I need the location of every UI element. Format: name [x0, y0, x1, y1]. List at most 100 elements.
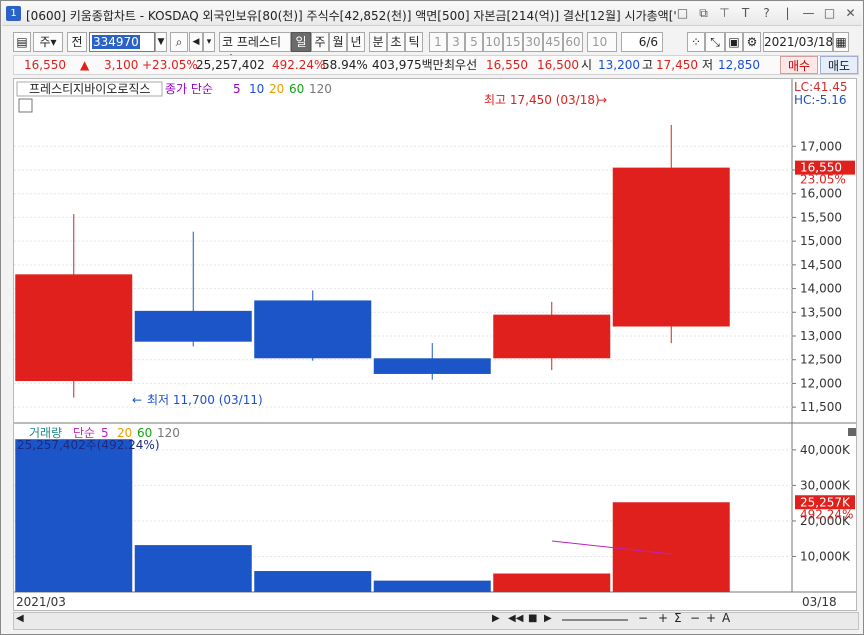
price-axis-label: 13,000 [800, 329, 842, 343]
pin-icon[interactable]: ⊤ [717, 6, 732, 21]
count-select[interactable]: 10 ▾ [587, 32, 617, 67]
zoom-slider[interactable] [562, 619, 628, 621]
font-icon[interactable]: T [738, 6, 753, 21]
maximize-icon[interactable]: □ [822, 6, 837, 21]
ma-legend-item: 20 [269, 82, 284, 96]
low-label: 저 [702, 58, 714, 72]
period-month[interactable]: 월 [329, 32, 347, 52]
lc-label: LC:41.45 [794, 80, 847, 94]
open-label: 시 [581, 58, 593, 72]
interval-15[interactable]: 15 [503, 32, 523, 52]
volume-bar [134, 545, 252, 592]
high-price: 17,450 [656, 58, 698, 72]
grid-icon[interactable]: ⁘ [687, 32, 705, 52]
market-label: 주 [39, 35, 51, 49]
rewind-icon[interactable]: ◀◀ [508, 613, 523, 624]
open-price: 13,200 [598, 58, 640, 72]
date-input[interactable]: 2021/03/18 [763, 32, 833, 52]
price-axis-label: 15,000 [800, 234, 842, 248]
calendar-icon[interactable]: ▦ [833, 32, 849, 52]
ask-price: 16,550 [486, 58, 528, 72]
play-icon[interactable]: ▶ [544, 613, 552, 624]
chart-area[interactable]: 17,00016,50016,00015,50015,00014,50014,0… [13, 78, 857, 611]
volume-axis-label: 10,000K [800, 549, 851, 563]
period-tick[interactable]: 틱 [405, 32, 423, 52]
best-label: 최우선 [444, 58, 478, 72]
period-second[interactable]: 초 [387, 32, 405, 52]
ma-legend-label: 종가 단순 [165, 82, 213, 96]
code-input[interactable]: 334970 [89, 32, 155, 52]
link-icon[interactable]: □ [675, 6, 690, 21]
current-price: 16,550 [24, 58, 66, 72]
minus-icon[interactable]: − [690, 611, 700, 625]
trade-amount: 403,975백만 [372, 58, 444, 72]
title-bar: 1 [0600] 키움종합차트 - KOSDAQ 외국인보유[80(천)] 주식… [2, 2, 862, 26]
help-icon[interactable]: ? [759, 6, 774, 21]
search-icon[interactable]: ⌕ [170, 32, 188, 52]
line-tool-icon[interactable]: ⤡ [705, 32, 725, 52]
interval-10[interactable]: 10 [483, 32, 503, 52]
stop-icon[interactable]: ■ [528, 613, 537, 624]
interval-1[interactable]: 1 [429, 32, 447, 52]
font-size-icon[interactable]: A [722, 611, 730, 625]
close-icon[interactable]: ✕ [843, 6, 858, 21]
code-dropdown-icon[interactable]: ▼ [155, 32, 167, 52]
page-indicator: 6/6 [621, 32, 663, 52]
market-select[interactable]: 주▾ [33, 32, 63, 52]
interval-45[interactable]: 45 [543, 32, 563, 52]
scroll-right-icon[interactable]: ▶ [492, 613, 500, 624]
price-axis-label: 13,500 [800, 305, 842, 319]
speaker-dropdown-icon[interactable]: ▾ [203, 32, 215, 52]
price-axis-label: 15,500 [800, 210, 842, 224]
ma-legend-item: 10 [249, 82, 264, 96]
volume-axis-label: 30,000K [800, 478, 851, 492]
ma-legend-item: 5 [233, 82, 241, 96]
volume-rate: 492.24% [272, 58, 326, 72]
chart-canvas[interactable]: 17,00016,50016,00015,50015,00014,50014,0… [14, 79, 856, 610]
layout-icon[interactable]: ▤ [13, 32, 31, 52]
candle-body [493, 314, 611, 359]
x-axis-start: 2021/03 [16, 595, 66, 609]
price-axis-label: 17,000 [800, 139, 842, 153]
stock-name[interactable]: 코 프레스티지 [219, 32, 291, 67]
interval-60[interactable]: 60 [563, 32, 583, 52]
prev-button[interactable]: 전 [67, 32, 87, 52]
gear-icon[interactable]: ⚙ [743, 32, 761, 52]
ma-legend-item: 60 [289, 82, 304, 96]
volume-value: 25,257,402 [196, 58, 265, 72]
title-buttons: □ ⧉ ⊤ T ? | — □ ✕ [675, 6, 858, 21]
interval-5[interactable]: 5 [465, 32, 483, 52]
duplicate-icon[interactable]: ⧉ [696, 6, 711, 21]
high-annotation: 최고 17,450 (03/18) [484, 93, 600, 107]
ma-legend-item: 120 [309, 82, 332, 96]
period-week[interactable]: 주 [311, 32, 329, 52]
candle-body [15, 274, 133, 382]
candle-body [134, 310, 252, 342]
sell-button[interactable]: 매도 [820, 56, 858, 74]
panel-close-icon [848, 428, 856, 436]
period-minute[interactable]: 분 [369, 32, 387, 52]
candle-body [254, 300, 372, 359]
minimize-icon[interactable]: — [801, 6, 816, 21]
plus-icon[interactable]: + [706, 611, 716, 625]
window-number: 1 [6, 6, 21, 21]
interval-30[interactable]: 30 [523, 32, 543, 52]
save-icon[interactable]: ▣ [725, 32, 743, 52]
period-day[interactable]: 일 [291, 32, 311, 52]
volume-tag-rate: 492.24% [800, 507, 853, 521]
price-axis-label: 14,000 [800, 282, 842, 296]
zoom-out-icon[interactable]: − [638, 611, 648, 625]
table-icon [18, 98, 33, 113]
high-arrow-icon: → [597, 93, 607, 107]
chart-scrollbar[interactable]: ◀ ▶ ◀◀ ■ ▶ − + Σ − + A [13, 611, 859, 630]
period-year[interactable]: 년 [347, 32, 365, 52]
reduce-icon[interactable]: Σ [674, 611, 682, 625]
buy-button[interactable]: 매수 [780, 56, 818, 74]
zoom-in-icon[interactable]: + [658, 611, 668, 625]
interval-3[interactable]: 3 [447, 32, 465, 52]
code-value: 334970 [92, 35, 140, 49]
scroll-left-icon[interactable]: ◀ [16, 613, 24, 624]
price-axis-label: 12,500 [800, 353, 842, 367]
speaker-icon[interactable]: ◀ [189, 32, 203, 52]
low-price: 12,850 [718, 58, 760, 72]
